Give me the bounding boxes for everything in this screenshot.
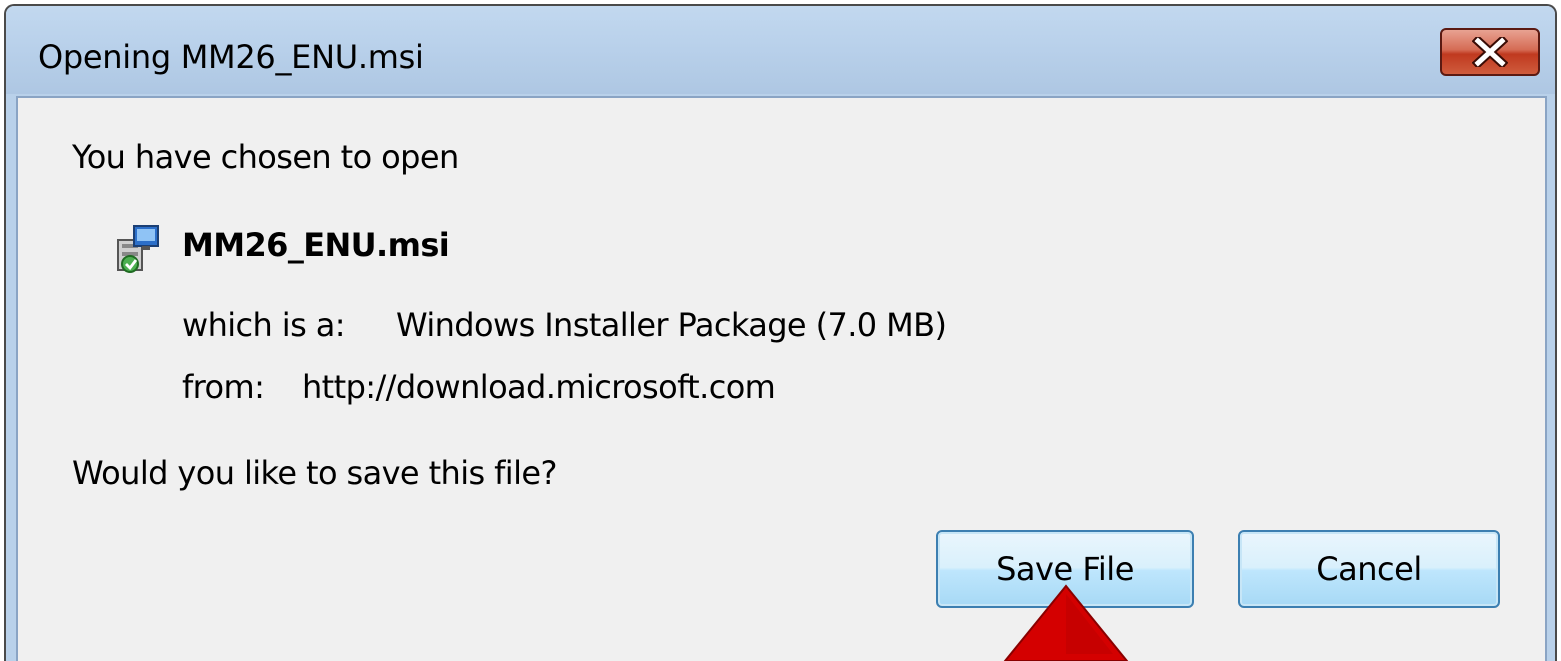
save-question: Would you like to save this file? xyxy=(72,454,557,492)
download-dialog-window: Opening MM26_ENU.msi You have chosen to … xyxy=(4,4,1557,661)
dialog-body: You have chosen to open MM26_ENU.msi whi… xyxy=(16,96,1547,661)
red-arrow-up-icon xyxy=(1003,584,1129,661)
installer-package-icon xyxy=(117,225,159,273)
file-source-value: http://download.microsoft.com xyxy=(302,368,776,406)
file-source-label: from: xyxy=(182,368,265,406)
file-type-label: which is a: xyxy=(182,306,346,344)
close-button[interactable] xyxy=(1440,28,1540,76)
cancel-button[interactable]: Cancel xyxy=(1238,530,1500,608)
window-title: Opening MM26_ENU.msi xyxy=(38,38,424,76)
close-icon xyxy=(1472,37,1508,67)
intro-text: You have chosen to open xyxy=(72,138,459,176)
file-type-value: Windows Installer Package (7.0 MB) xyxy=(396,306,947,344)
file-name: MM26_ENU.msi xyxy=(182,226,450,264)
title-bar[interactable]: Opening MM26_ENU.msi xyxy=(6,6,1555,94)
